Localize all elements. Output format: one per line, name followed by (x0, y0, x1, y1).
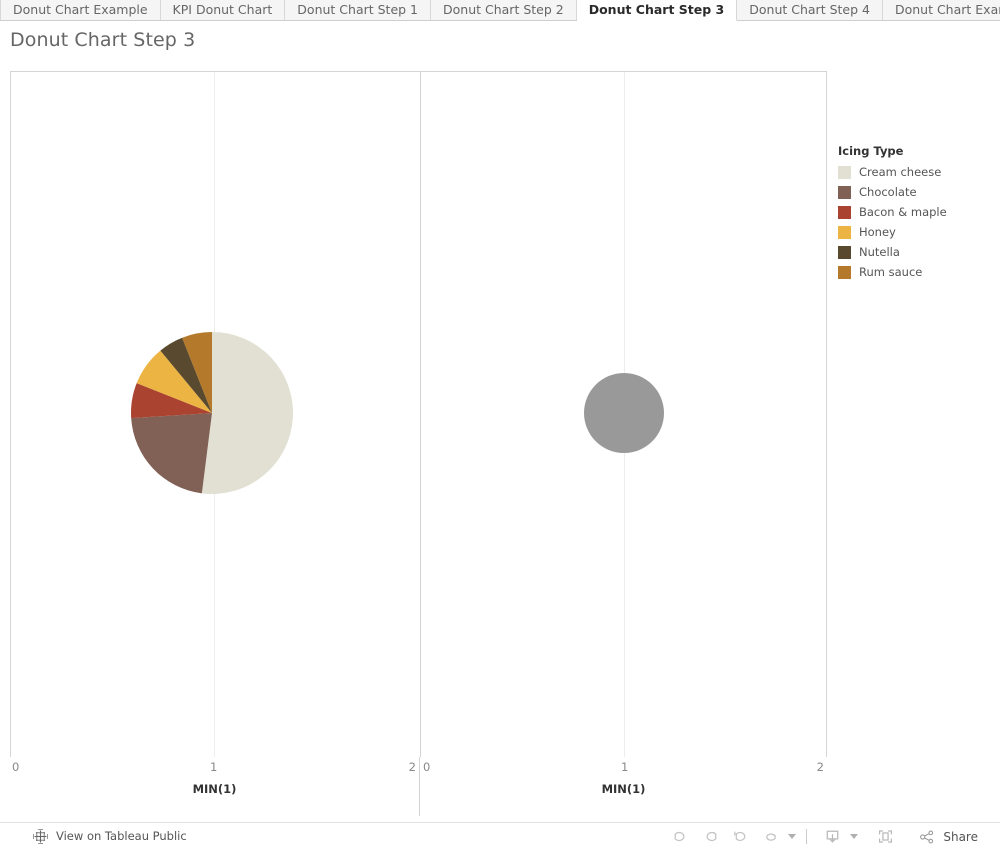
pie-chart-mark[interactable] (11, 72, 420, 758)
view-on-tableau-public-button[interactable]: View on Tableau Public (0, 829, 187, 844)
gray-circle-mark[interactable] (421, 72, 829, 758)
axis-row: 0 1 2 MIN(1) 0 1 2 MIN(1) (10, 757, 827, 816)
tab-label: Donut Chart Step 1 (297, 1, 418, 17)
tab-label: Donut Chart Step 2 (443, 1, 564, 17)
refresh-button[interactable] (755, 825, 785, 849)
legend-item[interactable]: Chocolate (838, 183, 998, 203)
axis-title: MIN(1) (192, 782, 237, 796)
legend-item-label: Rum sauce (859, 264, 923, 279)
bottom-toolbar: View on Tableau Public Share (0, 822, 1000, 850)
circle-mark[interactable] (584, 373, 664, 453)
pie-slice[interactable] (131, 413, 212, 494)
legend-item-label: Cream cheese (859, 164, 942, 179)
legend-item[interactable]: Bacon & maple (838, 203, 998, 223)
tableau-logo-icon (33, 829, 48, 844)
legend-item[interactable]: Honey (838, 223, 998, 243)
worksheet-tab-strip: Donut Chart Example KPI Donut Chart Donu… (0, 0, 1000, 21)
legend-item-label: Honey (859, 224, 896, 239)
axis-left: 0 1 2 MIN(1) (10, 757, 419, 816)
tab-donut-chart-step-4[interactable]: Donut Chart Step 4 (737, 0, 883, 20)
legend-item-label: Chocolate (859, 184, 917, 199)
tab-donut-chart-example[interactable]: Donut Chart Example (0, 0, 161, 20)
undo-button[interactable] (665, 825, 695, 849)
tab-kpi-donut-chart[interactable]: KPI Donut Chart (160, 0, 286, 20)
legend-title: Icing Type (838, 144, 904, 158)
legend-color-swatch (838, 266, 851, 279)
tab-donut-chart-examples-2[interactable]: Donut Chart Examples 2 (882, 0, 1000, 20)
plot-frame (10, 71, 827, 757)
axis-right: 0 1 2 MIN(1) (419, 757, 827, 816)
axis-title: MIN(1) (601, 782, 646, 796)
view-on-tableau-public-label: View on Tableau Public (56, 828, 187, 843)
legend-icing-type: Icing Type Cream cheese Chocolate Bacon & … (838, 144, 998, 283)
legend-item[interactable]: Cream cheese (838, 163, 998, 183)
legend-color-swatch (838, 186, 851, 199)
tab-label: Donut Chart Examples 2 (894, 1, 1000, 17)
axis-tick-label: 0 (12, 760, 20, 774)
legend-color-swatch (838, 206, 851, 219)
legend-color-swatch (838, 166, 851, 179)
axis-tick-label: 2 (816, 760, 824, 774)
tab-donut-chart-step-3[interactable]: Donut Chart Step 3 (576, 0, 738, 21)
tab-label: Donut Chart Step 3 (588, 1, 725, 17)
download-button[interactable] (817, 825, 847, 849)
share-label: Share (943, 829, 978, 844)
refresh-dropdown-caret[interactable] (788, 834, 797, 839)
legend-color-swatch (838, 226, 851, 239)
pane-right[interactable] (420, 72, 828, 757)
tab-donut-chart-step-1[interactable]: Donut Chart Step 1 (285, 0, 431, 20)
pie-slice[interactable] (201, 332, 293, 494)
pane-left[interactable] (11, 72, 420, 757)
toolbar-actions: Share (665, 825, 1000, 849)
axis-tick-label: 1 (621, 760, 629, 774)
page-title: Donut Chart Step 3 (10, 29, 196, 51)
share-icon (918, 828, 936, 846)
revert-button[interactable] (725, 825, 755, 849)
axis-tick-label: 0 (423, 760, 431, 774)
legend-item[interactable]: Rum sauce (838, 263, 998, 283)
legend-item-label: Nutella (859, 244, 900, 259)
legend-item-label: Bacon & maple (859, 204, 947, 219)
axis-tick-label: 1 (210, 760, 218, 774)
legend-color-swatch (838, 246, 851, 259)
tab-label: KPI Donut Chart (172, 1, 273, 17)
tab-label: Donut Chart Example (13, 1, 148, 17)
tab-donut-chart-step-2[interactable]: Donut Chart Step 2 (431, 0, 577, 20)
legend-item[interactable]: Nutella (838, 243, 998, 263)
redo-button[interactable] (695, 825, 725, 849)
share-button[interactable]: Share (912, 825, 984, 849)
toolbar-separator (806, 829, 808, 844)
fullscreen-button[interactable] (870, 825, 900, 849)
axis-tick-label: 2 (408, 760, 416, 774)
legend-item-list: Cream cheese Chocolate Bacon & maple Honey N… (838, 163, 998, 283)
tab-label: Donut Chart Step 4 (749, 1, 870, 17)
visualization-body: 0 1 2 MIN(1) 0 1 2 MIN(1) Icing Type Cre… (0, 71, 1000, 816)
download-dropdown-caret[interactable] (850, 834, 859, 839)
